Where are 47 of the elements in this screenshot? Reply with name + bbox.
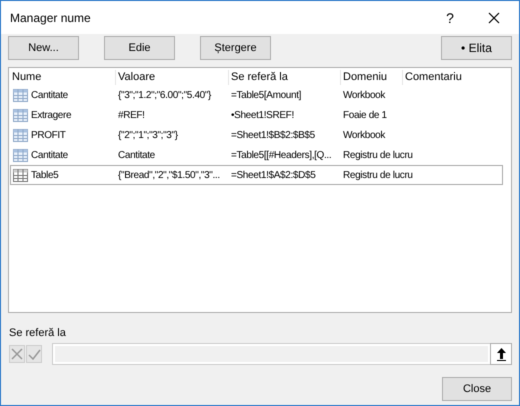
value-cell: {"Bread","2","$1.50","3"... [118, 170, 220, 180]
scope-cell: Foaie de 1 [343, 110, 387, 120]
column-header[interactable]: Se referă la [228, 70, 340, 85]
table-row[interactable]: PROFIT {"2";"1";"3";"3"} =Sheet1!$B$2:$B$5 Workbook [10, 125, 503, 145]
value-cell: {"3";"1.2";"6.00";"5.40"} [118, 90, 212, 100]
value-cell: {"2";"1";"3";"3"} [118, 130, 178, 140]
table-row[interactable]: Cantitate Cantitate =Table5[[#Headers],[Q... Registru de lucru [10, 145, 503, 165]
table-icon [13, 168, 28, 182]
reference-cell: =Sheet1!$B$2:$B$5 [231, 130, 315, 140]
table-row[interactable]: Table5 {"Bread","2","$1.50","3"... =Sheet1!$A$2:$D$5 Registru de lucru [10, 165, 503, 185]
column-header[interactable]: Valoare [115, 70, 228, 85]
scope-cell: Workbook [343, 130, 386, 140]
edit-button[interactable]: Edie [104, 36, 175, 60]
reference-cell: =Sheet1!$A$2:$D$5 [231, 170, 316, 180]
filter-button[interactable]: • Elita [441, 36, 512, 60]
column-header[interactable]: Domeniu [340, 70, 402, 85]
close-button[interactable]: Close [442, 377, 512, 401]
table-row[interactable]: Cantitate {"3";"1.2";"6.00";"5.40"} =Table5[Amount] Workbook [10, 85, 503, 105]
table-row[interactable]: Extragere #REF! •Sheet1!SREF! Foaie de 1 [10, 105, 503, 125]
reference-cell: •Sheet1!SREF! [231, 110, 294, 120]
scope-cell: Registru de lucru [343, 150, 413, 160]
value-cell: Cantitate [118, 150, 155, 160]
new-button[interactable]: New... [8, 36, 79, 60]
column-header[interactable]: Nume [10, 70, 115, 85]
scope-cell: Registru de lucru [343, 170, 413, 180]
collapse-button[interactable] [490, 343, 512, 365]
table-icon [13, 88, 28, 102]
column-header[interactable]: Comentariu [402, 70, 503, 85]
table-icon [13, 108, 28, 122]
name-cell: Table5 [31, 170, 58, 180]
scope-cell: Workbook [343, 90, 386, 100]
name-cell: PROFIT [31, 130, 66, 140]
name-cell: Cantitate [31, 150, 68, 160]
up-arrow-icon [496, 347, 506, 361]
field-label: Se referă la [9, 327, 67, 340]
delete-button[interactable]: Ștergere [200, 36, 271, 60]
reference-cell: =Table5[Amount] [231, 90, 302, 100]
value-cell: #REF! [118, 110, 145, 120]
help-button[interactable]: ? [431, 10, 469, 26]
table-icon [13, 148, 28, 162]
window-title: Manager nume [10, 10, 92, 24]
close-icon[interactable] [488, 12, 500, 24]
table-icon [13, 128, 28, 142]
reference-cell: =Table5[[#Headers],[Q... [231, 150, 332, 160]
name-cell: Cantitate [31, 90, 68, 100]
name-cell: Extragere [31, 110, 72, 120]
reference-field[interactable] [52, 343, 512, 365]
